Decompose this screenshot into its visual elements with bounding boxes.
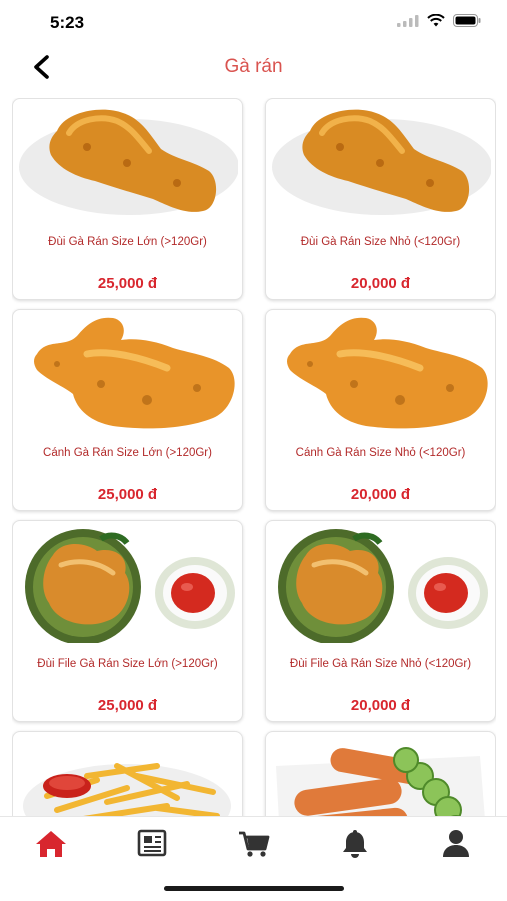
battery-icon [453,14,481,32]
status-bar: 5:23 [0,0,507,44]
wifi-icon [427,13,445,32]
product-image [270,103,492,221]
bell-icon [338,830,372,863]
tab-cart[interactable] [237,829,271,859]
product-card[interactable]: Cánh Gà Rán Size Lớn (>120Gr) 25,000 đ [12,309,243,511]
signal-icon [397,14,419,32]
product-price: 20,000 đ [350,275,411,292]
product-card[interactable]: Cánh Gà Rán Size Nhỏ (<120Gr) 20,000 đ [265,309,496,511]
cart-icon [237,831,271,863]
product-card[interactable]: Đùi Gà Rán Size Lớn (>120Gr) 25,000 đ [12,98,243,300]
product-grid: Đùi Gà Rán Size Lớn (>120Gr) 25,000 đ Đù… [12,98,496,816]
product-card[interactable]: Đùi Gà Rán Size Nhỏ (<120Gr) 20,000 đ [265,98,496,300]
tab-notifications[interactable] [338,829,372,859]
product-image [270,736,491,816]
product-card[interactable]: Đùi File Gà Rán Size Lớn (>120Gr) 25,000… [12,520,243,722]
product-card[interactable] [265,731,496,816]
product-name: Đùi Gà Rán Size Lớn (>120Gr) [48,236,207,248]
product-image [17,736,238,816]
product-price: 25,000 đ [97,697,158,714]
user-icon [439,830,473,863]
product-price: 25,000 đ [97,275,158,292]
product-image [270,314,491,432]
product-name: Cánh Gà Rán Size Nhỏ (<120Gr) [295,447,466,459]
product-card[interactable] [12,731,243,816]
product-image [270,525,491,645]
status-icons [397,13,481,32]
home-indicator [164,886,344,891]
product-image [17,103,239,221]
product-name: Đùi File Gà Rán Size Lớn (>120Gr) [37,658,218,670]
product-name: Cánh Gà Rán Size Lớn (>120Gr) [43,447,212,459]
tab-home[interactable] [34,829,68,859]
product-name: Đùi File Gà Rán Size Nhỏ (<120Gr) [289,658,472,670]
status-time: 5:23 [50,13,85,32]
product-image [17,525,238,645]
home-icon [34,831,68,863]
product-price: 20,000 đ [350,697,411,714]
tab-profile[interactable] [439,829,473,859]
product-card[interactable]: Đùi File Gà Rán Size Nhỏ (<120Gr) 20,000… [265,520,496,722]
tab-news[interactable] [135,829,169,859]
product-price: 20,000 đ [350,486,411,503]
page-title: Gà rán [224,56,283,77]
news-icon [135,829,169,863]
product-image [17,314,238,432]
product-price: 25,000 đ [97,486,158,503]
header-bar: Gà rán [0,44,507,90]
product-name: Đùi Gà Rán Size Nhỏ (<120Gr) [300,236,461,248]
